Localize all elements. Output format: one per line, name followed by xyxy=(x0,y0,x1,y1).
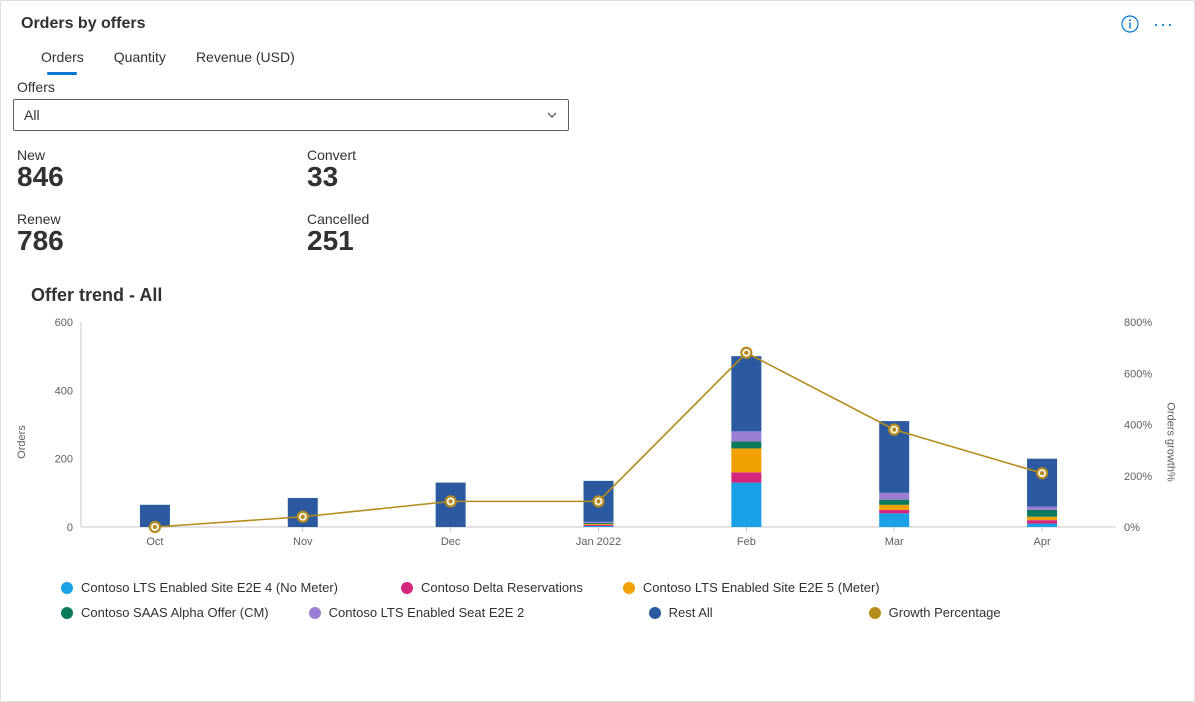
tab-orders[interactable]: Orders xyxy=(41,49,84,73)
more-icon[interactable]: ··· xyxy=(1153,15,1174,33)
tabs: Orders Quantity Revenue (USD) xyxy=(1,39,1194,73)
y-axis-right-label: Orders growth% xyxy=(1164,402,1176,481)
legend-label: Rest All xyxy=(669,605,713,620)
chevron-down-icon xyxy=(546,109,558,121)
svg-text:0: 0 xyxy=(67,522,73,534)
stat-new-value: 846 xyxy=(17,161,307,193)
stat-renew-value: 786 xyxy=(17,225,307,257)
legend-item[interactable]: Growth Percentage xyxy=(869,605,1049,620)
svg-text:Dec: Dec xyxy=(441,536,461,548)
svg-text:600%: 600% xyxy=(1124,368,1152,380)
chart-title: Offer trend - All xyxy=(1,257,1194,306)
offers-filter-label: Offers xyxy=(1,73,1194,95)
stat-cancelled-value: 251 xyxy=(307,225,597,257)
legend-label: Contoso Delta Reservations xyxy=(421,580,583,595)
stat-renew: Renew 786 xyxy=(17,211,307,257)
svg-text:0%: 0% xyxy=(1124,522,1140,534)
svg-text:200: 200 xyxy=(55,454,73,466)
stat-cancelled: Cancelled 251 xyxy=(307,211,597,257)
svg-text:Feb: Feb xyxy=(737,536,756,548)
svg-text:400%: 400% xyxy=(1124,420,1152,432)
svg-text:600: 600 xyxy=(55,317,73,329)
svg-text:800%: 800% xyxy=(1124,317,1152,329)
svg-text:Jan 2022: Jan 2022 xyxy=(576,536,621,548)
stat-convert-value: 33 xyxy=(307,161,597,193)
stat-new: New 846 xyxy=(17,147,307,193)
svg-text:200%: 200% xyxy=(1124,471,1152,483)
legend-item[interactable]: Rest All xyxy=(649,605,829,620)
svg-text:Nov: Nov xyxy=(293,536,313,548)
tab-quantity[interactable]: Quantity xyxy=(114,49,166,73)
svg-text:400: 400 xyxy=(55,385,73,397)
tab-revenue[interactable]: Revenue (USD) xyxy=(196,49,295,73)
legend-label: Contoso LTS Enabled Site E2E 5 (Meter) xyxy=(643,580,880,595)
legend-label: Contoso LTS Enabled Site E2E 4 (No Meter… xyxy=(81,580,338,595)
info-icon[interactable] xyxy=(1121,15,1139,33)
offers-dropdown[interactable]: All xyxy=(13,99,569,131)
offer-trend-chart: Orders Orders growth% 02004006000%200%40… xyxy=(21,312,1174,572)
legend-item[interactable]: Contoso SAAS Alpha Offer (CM) xyxy=(61,605,269,620)
stat-convert: Convert 33 xyxy=(307,147,597,193)
panel-title: Orders by offers xyxy=(21,15,145,33)
chart-legend: Contoso LTS Enabled Site E2E 4 (No Meter… xyxy=(1,572,1194,620)
svg-text:Apr: Apr xyxy=(1034,536,1051,548)
y-axis-left-label: Orders xyxy=(16,425,28,459)
legend-label: Contoso SAAS Alpha Offer (CM) xyxy=(81,605,269,620)
legend-item[interactable]: Contoso LTS Enabled Site E2E 5 (Meter) xyxy=(623,580,923,595)
legend-label: Contoso LTS Enabled Seat E2E 2 xyxy=(329,605,525,620)
svg-text:Mar: Mar xyxy=(885,536,904,548)
offers-dropdown-value: All xyxy=(24,107,40,123)
legend-item[interactable]: Contoso LTS Enabled Seat E2E 2 xyxy=(309,605,609,620)
svg-text:Oct: Oct xyxy=(146,536,163,548)
legend-item[interactable]: Contoso Delta Reservations xyxy=(401,580,583,595)
legend-label: Growth Percentage xyxy=(889,605,1001,620)
legend-item[interactable]: Contoso LTS Enabled Site E2E 4 (No Meter… xyxy=(61,580,361,595)
